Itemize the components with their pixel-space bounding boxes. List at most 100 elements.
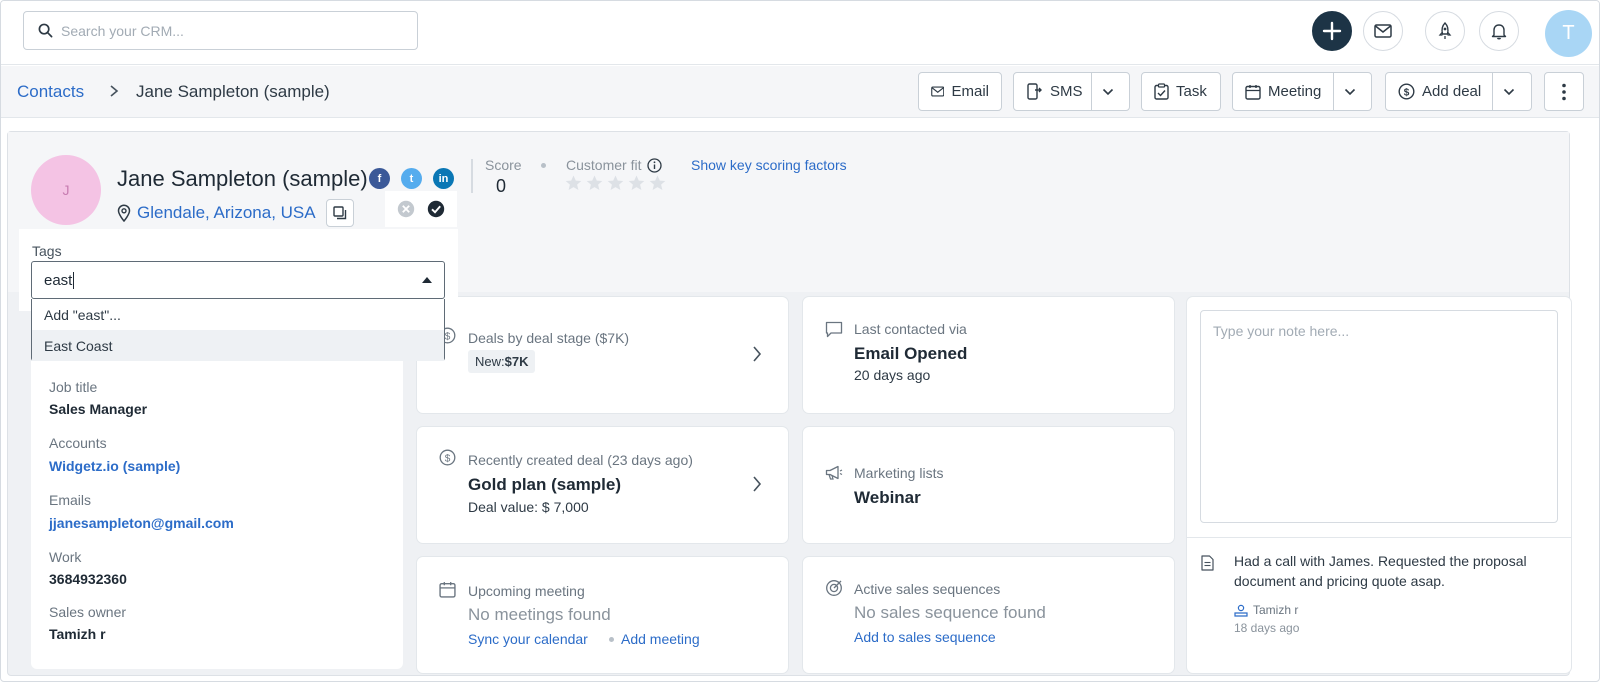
account-link[interactable]: Widgetz.io (sample) bbox=[49, 458, 180, 474]
note-document-icon bbox=[1201, 555, 1214, 571]
chevron-down-icon bbox=[1503, 88, 1514, 95]
sales-owner-label: Sales owner bbox=[49, 604, 127, 620]
copy-button[interactable] bbox=[326, 199, 354, 227]
separator-dot bbox=[541, 163, 546, 168]
crm-search[interactable] bbox=[23, 11, 418, 50]
info-icon[interactable] bbox=[647, 157, 663, 173]
chevron-right-icon[interactable] bbox=[752, 345, 762, 363]
create-button[interactable] bbox=[1312, 11, 1352, 51]
note-textarea[interactable] bbox=[1213, 323, 1545, 510]
dollar-circle-icon: $ bbox=[439, 449, 456, 466]
marketing-list-value[interactable]: Webinar bbox=[854, 488, 921, 508]
sms-button-label: SMS bbox=[1050, 83, 1083, 100]
no-meetings-text: No meetings found bbox=[468, 605, 611, 624]
mail-icon bbox=[1374, 24, 1392, 38]
upcoming-meeting-label: Upcoming meeting bbox=[468, 583, 585, 599]
chevron-right-icon[interactable] bbox=[752, 475, 762, 493]
last-contacted-card: Last contacted via Email Opened 20 days … bbox=[803, 297, 1174, 413]
recent-deal-name[interactable]: Gold plan (sample) bbox=[468, 475, 621, 495]
deals-by-stage-card[interactable]: $ Deals by deal stage ($7K) New: $7K bbox=[417, 297, 788, 413]
accounts-label: Accounts bbox=[49, 435, 107, 451]
contact-avatar[interactable]: J bbox=[31, 155, 101, 225]
chevron-down-icon bbox=[1102, 88, 1113, 95]
work-phone-value[interactable]: 3684932360 bbox=[49, 571, 127, 587]
launch-button[interactable] bbox=[1425, 11, 1465, 51]
separator-dot bbox=[609, 637, 614, 642]
show-key-scoring-link[interactable]: Show key scoring factors bbox=[691, 157, 847, 173]
add-meeting-link[interactable]: Add meeting bbox=[621, 631, 700, 647]
contact-location[interactable]: Glendale, Arizona, USA bbox=[117, 203, 316, 223]
contact-name[interactable]: Jane Sampleton (sample) bbox=[117, 166, 368, 192]
note-author: Tamizh r bbox=[1234, 603, 1298, 617]
add-to-sequence-link[interactable]: Add to sales sequence bbox=[854, 629, 996, 645]
job-title-label: Job title bbox=[49, 379, 98, 395]
facebook-icon[interactable]: f bbox=[369, 168, 390, 189]
svg-text:$: $ bbox=[445, 453, 451, 464]
sales-owner-value[interactable]: Tamizh r bbox=[49, 626, 106, 642]
breadcrumb-contacts-link[interactable]: Contacts bbox=[17, 82, 84, 102]
star-icon bbox=[565, 175, 582, 190]
svg-text:$: $ bbox=[1404, 87, 1410, 98]
job-title-value[interactable]: Sales Manager bbox=[49, 401, 147, 417]
tags-dropdown: Add "east"... East Coast bbox=[31, 299, 445, 361]
note-body[interactable]: Had a call with James. Requested the pro… bbox=[1234, 551, 1554, 591]
tags-option-add[interactable]: Add "east"... bbox=[32, 299, 444, 330]
task-button[interactable]: Task bbox=[1141, 72, 1221, 111]
deal-stage-pill: New: $7K bbox=[468, 350, 536, 373]
rocket-icon bbox=[1438, 22, 1452, 39]
search-input[interactable] bbox=[61, 22, 401, 39]
work-phone-label: Work bbox=[49, 549, 82, 565]
meeting-dropdown-toggle[interactable] bbox=[1334, 73, 1372, 110]
customer-fit-stars bbox=[565, 175, 666, 191]
twitter-icon[interactable]: t bbox=[401, 168, 422, 189]
tags-option-east-coast[interactable]: East Coast bbox=[32, 330, 444, 361]
app-window: T Contacts Jane Sampleton (sample) Email… bbox=[0, 0, 1600, 682]
sms-dropdown-toggle[interactable] bbox=[1092, 73, 1130, 110]
chevron-right-icon bbox=[110, 85, 119, 97]
score-value: 0 bbox=[496, 176, 507, 196]
add-deal-dropdown-toggle[interactable] bbox=[1493, 73, 1531, 110]
linkedin-icon[interactable]: in bbox=[433, 168, 454, 189]
last-contacted-value: Email Opened bbox=[854, 344, 968, 363]
recent-deal-card[interactable]: $ Recently created deal (23 days ago) Go… bbox=[417, 427, 788, 543]
task-button-label: Task bbox=[1176, 83, 1207, 100]
confirm-icon[interactable] bbox=[427, 200, 445, 218]
user-badge-icon bbox=[1234, 604, 1248, 617]
star-icon bbox=[649, 175, 666, 190]
tags-input[interactable]: east bbox=[31, 261, 445, 299]
note-editor[interactable] bbox=[1200, 310, 1558, 523]
more-vertical-icon bbox=[1562, 83, 1566, 100]
chat-bubble-icon bbox=[825, 321, 843, 338]
upcoming-meeting-card: Upcoming meeting No meetings found Sync … bbox=[417, 557, 788, 673]
location-text[interactable]: Glendale, Arizona, USA bbox=[137, 203, 316, 223]
plus-icon bbox=[1322, 21, 1342, 41]
meeting-button[interactable]: Meeting bbox=[1232, 72, 1372, 111]
tags-input-value[interactable]: east bbox=[44, 272, 72, 289]
score-label: Score bbox=[485, 157, 522, 173]
target-icon bbox=[826, 580, 842, 596]
caret-up-icon[interactable] bbox=[422, 277, 432, 283]
tags-label: Tags bbox=[32, 243, 62, 259]
notifications-button[interactable] bbox=[1479, 11, 1519, 51]
breadcrumb-current: Jane Sampleton (sample) bbox=[136, 82, 330, 101]
note-author-name: Tamizh r bbox=[1253, 603, 1299, 617]
deal-stage-amount: $7K bbox=[504, 354, 529, 369]
search-icon bbox=[38, 23, 53, 38]
bell-icon bbox=[1491, 24, 1507, 40]
page-header: Contacts Jane Sampleton (sample) Email S… bbox=[1, 66, 1599, 118]
user-avatar[interactable]: T bbox=[1545, 10, 1592, 57]
sync-calendar-link[interactable]: Sync your calendar bbox=[468, 631, 588, 647]
notes-panel: Had a call with James. Requested the pro… bbox=[1187, 297, 1571, 673]
marketing-lists-card: Marketing lists Webinar bbox=[803, 427, 1174, 543]
copy-icon bbox=[333, 206, 347, 220]
add-deal-button[interactable]: $ Add deal bbox=[1385, 72, 1532, 111]
marketing-lists-label: Marketing lists bbox=[854, 465, 944, 481]
calendar-icon bbox=[439, 582, 456, 598]
more-actions-button[interactable] bbox=[1544, 72, 1584, 111]
email-link[interactable]: jjanesampleton@gmail.com bbox=[49, 515, 234, 531]
inbox-button[interactable] bbox=[1363, 11, 1403, 51]
email-button[interactable]: Email bbox=[918, 72, 1002, 111]
email-button-label: Email bbox=[951, 83, 989, 100]
cancel-icon[interactable] bbox=[397, 200, 415, 218]
sms-button[interactable]: SMS bbox=[1013, 72, 1130, 111]
